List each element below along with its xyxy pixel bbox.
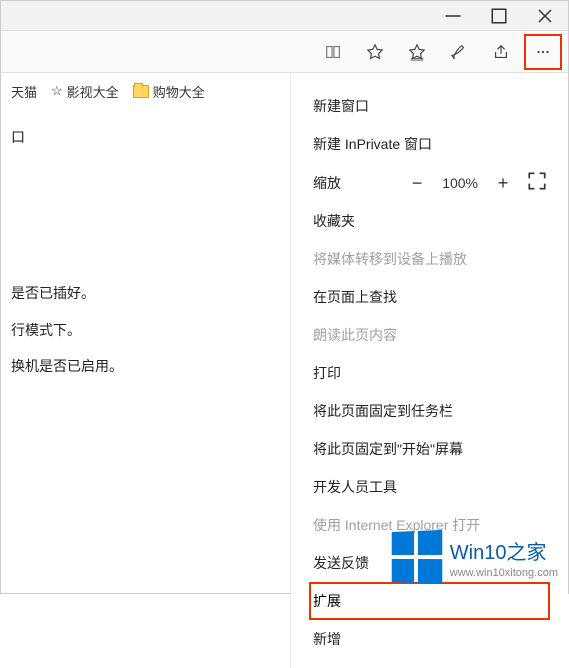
- menu-open-ie: 使用 Internet Explorer 打开: [291, 506, 568, 544]
- bookmark-label: 影视大全: [67, 82, 119, 101]
- menu-read-aloud: 朗读此页内容: [291, 316, 568, 354]
- window-titlebar: [1, 1, 568, 31]
- menu-find-on-page[interactable]: 在页面上查找: [291, 278, 568, 316]
- content-line: 换机是否已启用。: [11, 348, 123, 384]
- menu-print[interactable]: 打印: [291, 354, 568, 392]
- zoom-label: 缩放: [313, 173, 341, 193]
- share-icon[interactable]: [482, 34, 520, 70]
- notes-pen-icon[interactable]: [440, 34, 478, 70]
- menu-favorites[interactable]: 收藏夹: [291, 202, 568, 240]
- settings-menu: 新建窗口 新建 InPrivate 窗口 缩放 − 100% + 收藏夹 将媒体…: [290, 73, 568, 668]
- zoom-in-button[interactable]: +: [494, 174, 512, 192]
- reading-view-icon[interactable]: [314, 34, 352, 70]
- close-button[interactable]: [522, 1, 568, 31]
- menu-pin-taskbar[interactable]: 将此页面固定到任务栏: [291, 392, 568, 430]
- menu-new-window[interactable]: 新建窗口: [291, 87, 568, 125]
- bookmark-item[interactable]: 天猫: [11, 82, 37, 101]
- menu-pin-start[interactable]: 将此页固定到"开始"屏幕: [291, 430, 568, 468]
- menu-cast-media: 将媒体转移到设备上播放: [291, 240, 568, 278]
- folder-icon: [133, 85, 149, 98]
- favorites-list-icon[interactable]: [398, 34, 436, 70]
- menu-whats-new[interactable]: 新增: [291, 620, 568, 658]
- menu-zoom: 缩放 − 100% +: [291, 163, 568, 202]
- zoom-out-button[interactable]: −: [408, 174, 426, 192]
- browser-toolbar: [1, 31, 568, 73]
- more-menu-button[interactable]: [524, 34, 562, 70]
- zoom-value: 100%: [442, 175, 478, 191]
- page-content: 口 是否已插好。 行模式下。 换机是否已启用。: [1, 109, 133, 395]
- favorite-star-icon[interactable]: [356, 34, 394, 70]
- bookmark-item[interactable]: ☆ 影视大全: [51, 82, 119, 101]
- menu-extensions[interactable]: 扩展: [313, 593, 341, 609]
- bookmark-label: 天猫: [11, 82, 37, 101]
- maximize-button[interactable]: [476, 1, 522, 31]
- bookmark-label: 购物大全: [153, 82, 205, 101]
- content-line: 是否已插好。: [11, 275, 123, 311]
- menu-new-inprivate[interactable]: 新建 InPrivate 窗口: [291, 125, 568, 163]
- fullscreen-button[interactable]: [528, 172, 546, 193]
- content-line: 口: [11, 119, 123, 155]
- menu-extensions-highlight: 扩展: [309, 582, 550, 620]
- minimize-button[interactable]: [430, 1, 476, 31]
- menu-send-feedback[interactable]: 发送反馈: [291, 544, 568, 582]
- menu-dev-tools[interactable]: 开发人员工具: [291, 468, 568, 506]
- content-line: 行模式下。: [11, 312, 123, 348]
- bookmark-item[interactable]: 购物大全: [133, 82, 205, 101]
- star-outline-icon: ☆: [51, 83, 63, 99]
